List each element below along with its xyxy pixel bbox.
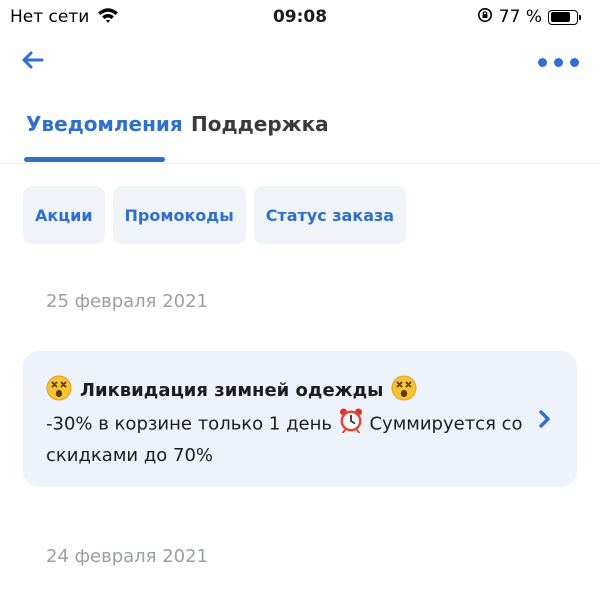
tab-bar: Уведомления Поддержка [0, 100, 600, 164]
tab-notifications[interactable]: Уведомления [26, 112, 183, 136]
date-label: 24 февраля 2021 [46, 546, 209, 567]
notification-title-row: Ликвидация зимней одежды [46, 375, 417, 406]
filter-chip-promocodes[interactable]: Промокоды [112, 186, 246, 244]
notification-title: Ликвидация зимней одежды [80, 380, 384, 401]
navigation-bar [0, 40, 600, 84]
filter-chips: Акции Промокоды Статус заказа [23, 186, 407, 244]
dizzy-face-emoji-icon [391, 375, 417, 406]
active-tab-indicator [24, 157, 165, 162]
filter-chip-order-status[interactable]: Статус заказа [253, 186, 407, 244]
dizzy-face-emoji-icon [46, 375, 72, 406]
date-label: 25 февраля 2021 [46, 291, 209, 312]
notification-body: -30% в корзине только 1 день Суммируется… [46, 407, 546, 470]
notifications-screen: Нет сети 77 % 09:08 Уведомления Поддержк… [0, 0, 600, 600]
more-dots-icon[interactable] [534, 46, 582, 78]
alarm-clock-emoji-icon [338, 407, 364, 442]
tab-support[interactable]: Поддержка [191, 112, 329, 136]
back-button[interactable] [16, 46, 48, 78]
filter-chip-promotions[interactable]: Акции [23, 186, 105, 244]
chevron-right-icon [535, 407, 555, 431]
status-time: 09:08 [272, 7, 328, 27]
back-arrow-icon [20, 50, 44, 74]
notification-body-text: -30% в корзине только 1 день [46, 413, 332, 435]
notification-card[interactable]: Ликвидация зимней одежды -30% в корзине … [23, 351, 577, 487]
